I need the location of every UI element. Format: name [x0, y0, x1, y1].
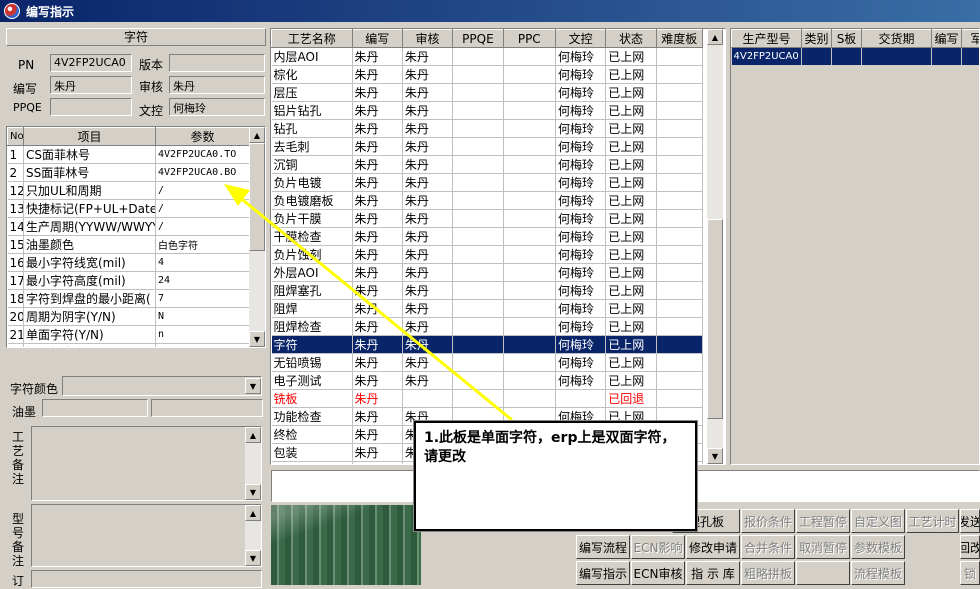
arrow-line [238, 196, 512, 420]
annotation-callout: 1.此板是单面字符，erp上是双面字符，请更改 [414, 421, 697, 531]
